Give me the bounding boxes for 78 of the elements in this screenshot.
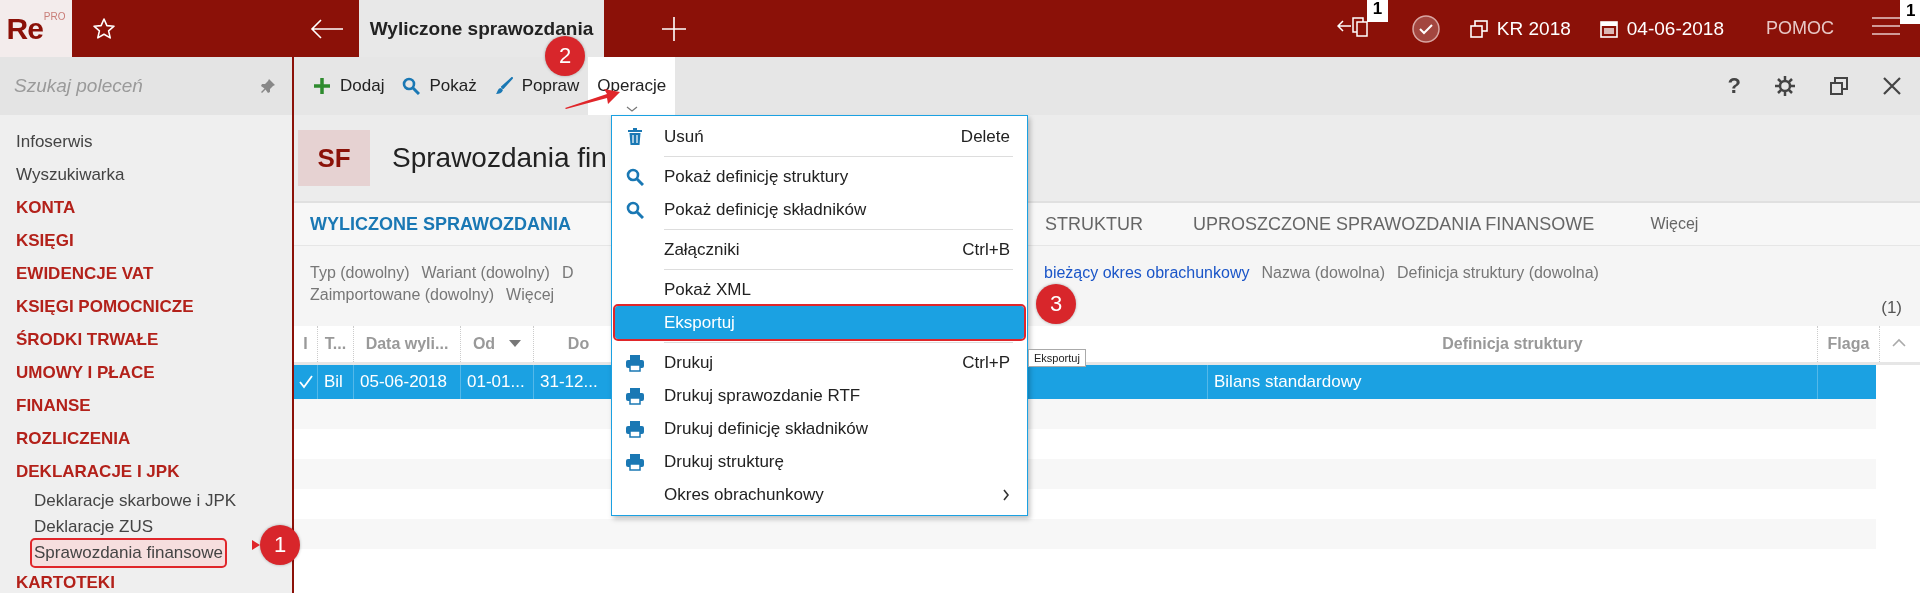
printer-icon [625, 353, 645, 372]
chevron-icon [625, 106, 638, 112]
notification-count: 1 [1900, 0, 1920, 24]
calendar-icon [1598, 18, 1619, 39]
menu-item[interactable]: Drukuj definicję składników [615, 412, 1024, 445]
page-title: Sprawozdania fin [392, 142, 607, 174]
module-badge: SF [298, 130, 370, 186]
tab[interactable]: STRUKTUR [1045, 213, 1143, 235]
brush-icon [494, 77, 513, 95]
filter-link[interactable]: Nazwa (dowolna) [1261, 264, 1386, 282]
filter-link[interactable]: bieżący okres obrachunkowy [1044, 264, 1250, 282]
menu-item[interactable]: Drukuj strukturę [615, 445, 1024, 478]
table-cell: Bilans standardowy [1214, 372, 1362, 392]
sidebar-item[interactable]: DEKLARACJE I JPK [16, 455, 292, 488]
menu-item[interactable]: Usuń Delete [615, 120, 1024, 153]
sidebar-item[interactable]: KSIĘGI [16, 224, 292, 257]
pin-icon[interactable] [260, 78, 276, 94]
toolbar-button[interactable]: Operacje [588, 57, 676, 115]
printer-icon [625, 419, 645, 438]
check-circle-icon[interactable] [1410, 13, 1441, 44]
restore-window-icon[interactable] [1829, 76, 1849, 96]
sidebar-item[interactable]: KONTA [16, 191, 292, 224]
tooltip: Eksportuj [1028, 349, 1086, 367]
sidebar-item[interactable]: Infoserwis [16, 125, 292, 158]
menu-icon[interactable] [1872, 15, 1900, 37]
sidebar-item[interactable]: ŚRODKI TRWAŁE [16, 323, 292, 356]
sort-icon[interactable] [509, 340, 522, 348]
menu-item[interactable]: Pokaż XML [615, 273, 1024, 306]
close-icon[interactable] [1882, 76, 1902, 96]
sidebar-subitem[interactable]: Deklaracje ZUS [32, 514, 156, 540]
notification-count: 1 [1366, 0, 1389, 22]
search-icon [626, 167, 644, 186]
search-icon [626, 200, 644, 219]
tab[interactable]: Więcej [1650, 215, 1699, 233]
sidebar-subitem[interactable]: Deklaracje skarbowe i JPK [32, 488, 239, 514]
record-count: (1) [1881, 298, 1902, 318]
sidebar-subitem[interactable]: Sprawozdania finansowe [32, 540, 225, 566]
search-icon [402, 77, 421, 95]
filter-link[interactable]: Definicja struktury (dowolna) [1397, 264, 1599, 282]
toolbar-button[interactable]: Dodaj [304, 57, 394, 115]
back-arrow-icon[interactable] [310, 18, 344, 39]
toolbar-button[interactable]: Pokaż [393, 57, 486, 115]
sidebar-item[interactable]: FINANSE [16, 389, 292, 422]
printer-icon [625, 452, 645, 471]
table-cell: 31-12... [540, 372, 598, 392]
printer-icon [625, 386, 645, 405]
star-icon[interactable] [92, 16, 116, 41]
plus-icon [313, 77, 331, 95]
filter-link[interactable]: D [561, 264, 574, 282]
new-tab-icon[interactable] [661, 15, 687, 42]
sidebar-item[interactable]: KARTOTEKI [16, 566, 292, 593]
filter-link[interactable]: Wariant (dowolny) [421, 264, 550, 282]
filter-link[interactable]: Więcej [506, 286, 555, 304]
app-logo[interactable]: Re$^{PRO}$ [0, 0, 72, 57]
tab[interactable]: WYLICZONE SPRAWOZDANIA [310, 213, 571, 235]
table-cell: 01-01... [467, 372, 525, 392]
menu-item[interactable]: Pokaż definicję składników [615, 193, 1024, 226]
table-cell: 05-06-2018 [360, 372, 447, 392]
windows-icon [1468, 18, 1489, 39]
menu-item[interactable]: Pokaż definicję struktury [615, 160, 1024, 193]
date-label[interactable]: 04-06-2018 [1626, 17, 1724, 40]
period-label[interactable]: KR 2018 [1496, 17, 1571, 40]
tab[interactable]: UPROSZCZONE SPRAWOZDANIA FINANSOWE [1193, 213, 1595, 235]
settings-icon[interactable] [1774, 75, 1796, 97]
sidebar-item[interactable]: KSIĘGI POMOCNICZE [16, 290, 292, 323]
search-field[interactable]: Szukaj poleceń [0, 57, 292, 115]
filter-link[interactable]: Typ (dowolny) [310, 264, 410, 282]
table-cell: Bil [324, 372, 343, 392]
sidebar-item[interactable]: UMOWY I PŁACE [16, 356, 292, 389]
sidebar-item[interactable]: ROZLICZENIA [16, 422, 292, 455]
sidebar-item[interactable]: Wyszukiwarka [16, 158, 292, 191]
trash-icon [627, 127, 643, 146]
menu-item[interactable]: Okres obrachunkowy [615, 478, 1024, 511]
menu-item[interactable]: Załączniki Ctrl+B [615, 233, 1024, 266]
help-button[interactable]: ? [1727, 73, 1741, 99]
filter-link[interactable]: Zaimportowane (dowolny) [310, 286, 495, 304]
sidebar-item[interactable]: EWIDENCJE VAT [16, 257, 292, 290]
help-link[interactable]: POMOC [1766, 18, 1834, 39]
